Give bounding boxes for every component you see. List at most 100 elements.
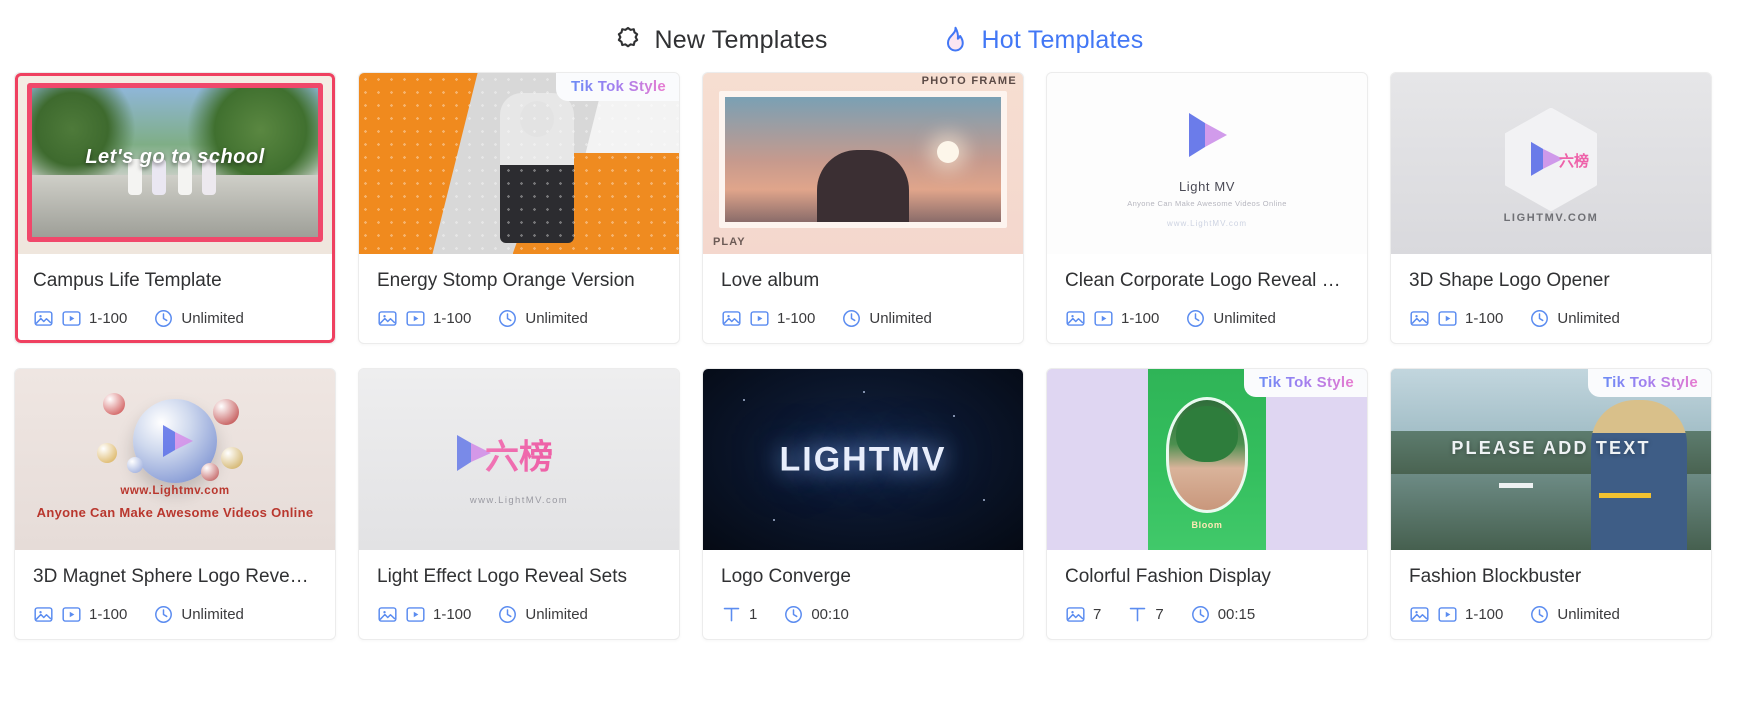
template-meta-item: Unlimited <box>841 308 932 329</box>
video-play-icon <box>1437 308 1458 329</box>
clock-icon <box>153 604 174 625</box>
template-thumbnail[interactable]: PHOTO FRAME PLAY <box>703 73 1023 254</box>
image-icon <box>33 604 54 625</box>
template-title: Fashion Blockbuster <box>1409 566 1582 587</box>
thumb-caption-secondary: Anyone Can Make Awesome Videos Online <box>36 505 314 520</box>
template-card-body: Logo Converge 1 00:10 <box>703 550 1023 639</box>
template-meta-row: 7 7 00:15 <box>1065 604 1349 625</box>
template-thumbnail[interactable]: Light MV Anyone Can Make Awesome Videos … <box>1047 73 1367 254</box>
template-meta-item: Unlimited <box>1529 308 1620 329</box>
template-meta-value: 1-100 <box>1465 606 1504 623</box>
template-meta-row: 1-100 Unlimited <box>721 308 1005 329</box>
template-card[interactable]: Light MV Anyone Can Make Awesome Videos … <box>1046 72 1368 344</box>
template-thumbnail[interactable]: 六榜 www.LightMV.com <box>359 369 679 550</box>
clock-icon <box>497 308 518 329</box>
template-card-body: Clean Corporate Logo Reveal Sets 1-100 U… <box>1047 254 1367 343</box>
template-meta-value: 1 <box>749 606 758 623</box>
video-play-icon <box>1093 308 1114 329</box>
template-meta-row: 1-100 Unlimited <box>1409 308 1693 329</box>
thumb-caption: www.Lightmv.com <box>120 485 230 497</box>
thumb-caption: Light MV <box>1178 179 1236 194</box>
template-thumbnail[interactable]: 六榜 LIGHTMV.COM <box>1391 73 1711 254</box>
tab-hot-templates[interactable]: Hot Templates <box>940 25 1144 55</box>
template-card[interactable]: 六榜 LIGHTMV.COM 3D Shape Logo Opener 1-10… <box>1390 72 1712 344</box>
template-card-body: Colorful Fashion Display 7 7 00:15 <box>1047 550 1367 639</box>
template-meta-item: 1-100 <box>33 604 127 625</box>
template-card-body: 3D Shape Logo Opener 1-100 Unlimited <box>1391 254 1711 343</box>
template-meta-item: Unlimited <box>497 308 588 329</box>
template-card[interactable]: 六榜 www.LightMV.com Light Effect Logo Rev… <box>358 368 680 640</box>
template-meta-row: 1 00:10 <box>721 604 1005 625</box>
template-meta-item: Unlimited <box>153 308 244 329</box>
template-meta-value: 1-100 <box>433 606 472 623</box>
template-thumbnail[interactable]: www.Lightmv.com Anyone Can Make Awesome … <box>15 369 335 550</box>
template-meta-value: Unlimited <box>525 310 588 327</box>
template-card[interactable]: Let's go to school Campus Life Template … <box>14 72 336 344</box>
thumb-caption: LIGHTMV <box>779 440 947 478</box>
video-play-icon <box>405 604 426 625</box>
template-grid: Let's go to school Campus Life Template … <box>0 72 1756 640</box>
clock-icon <box>153 308 174 329</box>
template-meta-value: Unlimited <box>181 606 244 623</box>
template-thumbnail[interactable]: LIGHTMV <box>703 369 1023 550</box>
template-meta-item: Unlimited <box>497 604 588 625</box>
template-title: Light Effect Logo Reveal Sets <box>377 566 627 587</box>
video-play-icon <box>1437 604 1458 625</box>
template-meta-value: 1-100 <box>89 606 128 623</box>
template-meta-value: 00:15 <box>1217 606 1256 623</box>
template-meta-value: 1-100 <box>777 310 816 327</box>
template-card[interactable]: ∿✛ Bloom Tik Tok Style Colorful Fashion … <box>1046 368 1368 640</box>
svg-text:六榜: 六榜 <box>1559 151 1589 169</box>
thumb-caption: Let's go to school <box>85 146 265 168</box>
template-thumbnail[interactable]: Let's go to school <box>15 73 335 254</box>
template-card[interactable]: PLEASE ADD TEXT Tik Tok Style Fashion Bl… <box>1390 368 1712 640</box>
text-icon <box>721 604 742 625</box>
template-card[interactable]: Tik Tok Style Energy Stomp Orange Versio… <box>358 72 680 344</box>
template-meta-item: 00:10 <box>783 604 849 625</box>
image-icon <box>1409 604 1430 625</box>
clock-icon <box>1185 308 1206 329</box>
template-meta-row: 1-100 Unlimited <box>1065 308 1349 329</box>
template-meta-item: 1-100 <box>377 604 471 625</box>
template-thumbnail[interactable]: PLEASE ADD TEXT Tik Tok Style <box>1391 369 1711 550</box>
template-meta-value: 1-100 <box>1121 310 1160 327</box>
thumb-caption-secondary: PLAY <box>713 236 746 248</box>
template-card-body: Energy Stomp Orange Version 1-100 Unlimi… <box>359 254 679 343</box>
thumb-caption: PLEASE ADD TEXT <box>1451 437 1651 458</box>
thumb-caption: Bloom <box>1191 520 1223 530</box>
video-play-icon <box>405 308 426 329</box>
clock-icon <box>1529 308 1550 329</box>
sparkle-burst-icon <box>613 25 643 55</box>
tab-new-templates-label: New Templates <box>654 25 828 54</box>
video-play-icon <box>61 604 82 625</box>
template-meta-item: 1-100 <box>377 308 471 329</box>
template-card[interactable]: www.Lightmv.com Anyone Can Make Awesome … <box>14 368 336 640</box>
image-icon <box>377 604 398 625</box>
template-meta-item: 1 <box>721 604 757 625</box>
template-meta-item: 1-100 <box>721 308 815 329</box>
template-thumbnail[interactable]: ∿✛ Bloom Tik Tok Style <box>1047 369 1367 550</box>
tiktok-style-badge-label: Tik Tok Style <box>1602 374 1698 391</box>
template-thumbnail[interactable]: Tik Tok Style <box>359 73 679 254</box>
tab-new-templates[interactable]: New Templates <box>613 25 828 55</box>
template-card[interactable]: LIGHTMV Logo Converge 1 00:10 <box>702 368 1024 640</box>
template-card-body: Love album 1-100 Unlimited <box>703 254 1023 343</box>
clock-icon <box>1529 604 1550 625</box>
template-card[interactable]: PHOTO FRAME PLAY Love album 1-100 Unlimi… <box>702 72 1024 344</box>
template-meta-row: 1-100 Unlimited <box>377 308 661 329</box>
template-meta-item: 1-100 <box>33 308 127 329</box>
thumb-caption: PHOTO FRAME <box>921 75 1017 87</box>
template-meta-item: 1-100 <box>1065 308 1159 329</box>
tiktok-style-badge-label: Tik Tok Style <box>1258 374 1354 391</box>
template-meta-value: Unlimited <box>1557 606 1620 623</box>
template-meta-item: Unlimited <box>153 604 244 625</box>
flame-icon <box>940 25 970 55</box>
template-meta-value: Unlimited <box>1557 310 1620 327</box>
template-meta-item: 7 <box>1065 604 1101 625</box>
template-card-body: Fashion Blockbuster 1-100 Unlimited <box>1391 550 1711 639</box>
tab-hot-templates-label: Hot Templates <box>981 25 1144 54</box>
template-title: Colorful Fashion Display <box>1065 566 1271 587</box>
image-icon <box>1409 308 1430 329</box>
clock-icon <box>497 604 518 625</box>
clock-icon <box>783 604 804 625</box>
